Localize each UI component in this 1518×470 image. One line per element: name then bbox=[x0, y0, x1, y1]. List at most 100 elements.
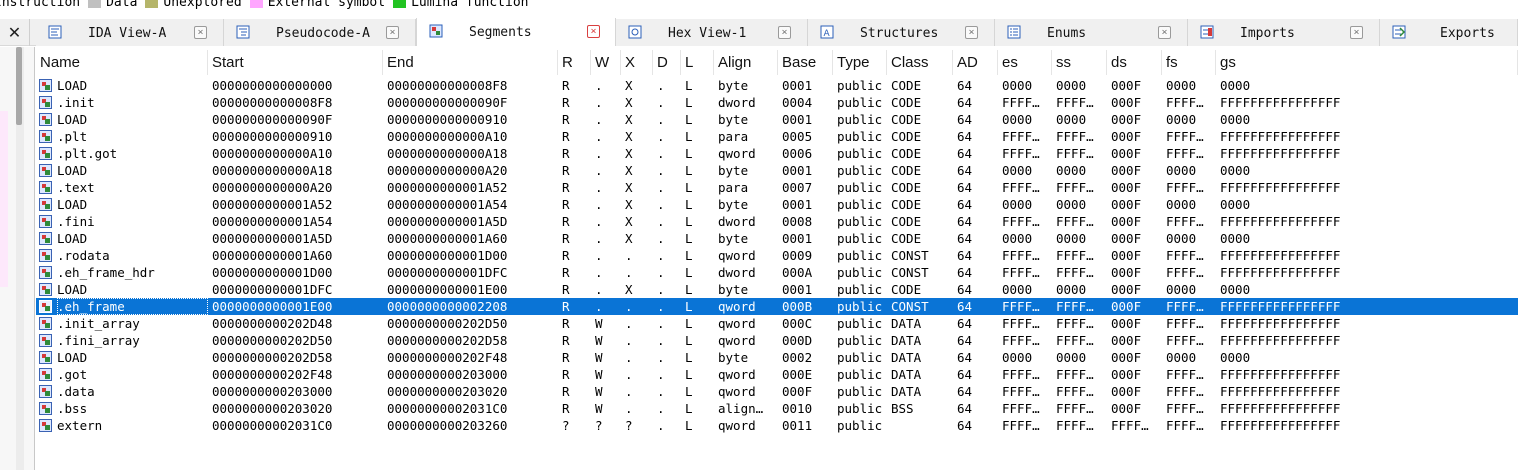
imports-icon bbox=[1200, 25, 1214, 39]
table-row[interactable]: LOAD 0000000000000000 00000000000008F8 R. X.… bbox=[36, 77, 1518, 94]
segment-icon bbox=[39, 181, 52, 194]
tab-hex-view-1[interactable]: Hex View-1 × bbox=[616, 19, 808, 46]
table-row[interactable]: .bss 0000000000203020 00000000002031C0 R W..… bbox=[36, 400, 1518, 417]
tab-pseudocode-a[interactable]: Pseudocode-A × bbox=[224, 19, 416, 46]
close-tab-icon[interactable]: × bbox=[386, 26, 399, 39]
vertical-scrollbar[interactable] bbox=[16, 47, 24, 470]
column-header-align[interactable]: Align bbox=[714, 50, 778, 75]
cell-align: byte bbox=[718, 78, 749, 93]
cell-name: .rodata bbox=[57, 248, 110, 263]
cell-l: L bbox=[685, 333, 693, 348]
cell-gs: 0000 bbox=[1220, 163, 1251, 178]
cell-name: extern bbox=[57, 418, 103, 433]
left-gutter bbox=[0, 47, 35, 470]
table-row[interactable]: .plt.got 0000000000000A10 0000000000000A18… bbox=[36, 145, 1518, 162]
table-row[interactable]: LOAD 0000000000202D58 0000000000202F48 R W..… bbox=[36, 349, 1518, 366]
column-header-w[interactable]: W bbox=[591, 50, 621, 75]
scrollbar-thumb[interactable] bbox=[16, 47, 22, 125]
table-row[interactable]: LOAD 000000000000090F 0000000000000910 R. X.… bbox=[36, 111, 1518, 128]
cell-type: public bbox=[837, 316, 883, 331]
column-header-ds[interactable]: ds bbox=[1107, 50, 1162, 75]
table-row[interactable]: extern 00000000002031C0 0000000000203260??… bbox=[36, 417, 1518, 434]
cell-ds: 000F bbox=[1111, 95, 1142, 110]
column-header-class[interactable]: Class bbox=[887, 50, 953, 75]
column-header-gs[interactable]: gs bbox=[1216, 50, 1518, 75]
tab-segments[interactable]: Segments × bbox=[416, 18, 616, 46]
cell-ss: 0000 bbox=[1056, 282, 1087, 297]
table-row[interactable]: .text 0000000000000A20 0000000000001A52 R. X… bbox=[36, 179, 1518, 196]
table-row[interactable]: .eh_frame_hdr 0000000000001D00 00000000000… bbox=[36, 264, 1518, 281]
tab-enums[interactable]: Enums × bbox=[995, 19, 1188, 46]
column-header-type[interactable]: Type bbox=[833, 50, 887, 75]
column-header-start[interactable]: Start bbox=[208, 50, 383, 75]
segment-icon bbox=[39, 130, 52, 143]
column-header-d[interactable]: D bbox=[653, 50, 681, 75]
table-row[interactable]: .got 0000000000202F48 0000000000203000 R W..… bbox=[36, 366, 1518, 383]
column-header-ss[interactable]: ss bbox=[1052, 50, 1107, 75]
cell-base: 0007 bbox=[782, 180, 813, 195]
tab-exports[interactable]: Exports bbox=[1380, 19, 1518, 46]
segments-table: Name Start End R W X D L Align Base Type Class AD es s… bbox=[36, 50, 1518, 470]
table-row[interactable]: LOAD 0000000000001A5D 0000000000001A60 R. X.… bbox=[36, 230, 1518, 247]
close-panel-button[interactable]: ✕ bbox=[0, 19, 30, 46]
cell-ad: 64 bbox=[957, 95, 973, 110]
close-tab-icon[interactable]: × bbox=[1350, 26, 1363, 39]
cell-ss: 0000 bbox=[1056, 112, 1087, 127]
table-row[interactable]: .init_array 0000000000202D48 0000000000202… bbox=[36, 315, 1518, 332]
cell-ad: 64 bbox=[957, 78, 973, 93]
cell-name: .plt bbox=[57, 129, 88, 144]
column-header-r[interactable]: R bbox=[558, 50, 591, 75]
table-row[interactable]: .plt 0000000000000910 0000000000000A10 R. X.… bbox=[36, 128, 1518, 145]
column-header-es[interactable]: es bbox=[998, 50, 1052, 75]
column-header-base[interactable]: Base bbox=[778, 50, 833, 75]
cell-align: qword bbox=[718, 248, 756, 263]
close-tab-icon[interactable]: × bbox=[1158, 26, 1171, 39]
column-header-x[interactable]: X bbox=[621, 50, 653, 75]
cell-ds: 000F bbox=[1111, 384, 1142, 399]
tab-imports[interactable]: Imports × bbox=[1188, 19, 1380, 46]
cell-x: X bbox=[625, 146, 633, 161]
table-row[interactable]: .fini 0000000000001A54 0000000000001A5D R. X… bbox=[36, 213, 1518, 230]
cell-ds: 000F bbox=[1111, 316, 1142, 331]
cell-fs: FFFF… bbox=[1166, 129, 1204, 144]
cell-align: qword bbox=[718, 146, 756, 161]
cell-align: byte bbox=[718, 350, 749, 365]
cell-ss: 0000 bbox=[1056, 231, 1087, 246]
tab-structures[interactable]: A Structures × bbox=[808, 19, 995, 46]
column-header-l[interactable]: L bbox=[681, 50, 714, 75]
cell-start: 0000000000202F48 bbox=[212, 367, 333, 382]
tab-ida-view-a[interactable]: IDA View-A × bbox=[36, 19, 224, 46]
column-header-fs[interactable]: fs bbox=[1162, 50, 1216, 75]
column-header-name[interactable]: Name bbox=[36, 50, 208, 75]
close-tab-icon[interactable]: × bbox=[194, 26, 207, 39]
column-header-end[interactable]: End bbox=[383, 50, 558, 75]
table-row[interactable]: LOAD 0000000000000A18 0000000000000A20 R. X.… bbox=[36, 162, 1518, 179]
table-row[interactable]: .fini_array 0000000000202D50 0000000000202… bbox=[36, 332, 1518, 349]
cell-l: L bbox=[685, 418, 693, 433]
cell-end: 000000000000090F bbox=[387, 95, 508, 110]
table-row[interactable]: .data 0000000000203000 0000000000203020 R W.… bbox=[36, 383, 1518, 400]
table-row[interactable]: LOAD 0000000000001A52 0000000000001A54 R. X.… bbox=[36, 196, 1518, 213]
table-row[interactable]: .init 00000000000008F8 000000000000090F R. X… bbox=[36, 94, 1518, 111]
column-header-ad[interactable]: AD bbox=[953, 50, 998, 75]
cell-align: dword bbox=[718, 95, 756, 110]
cell-w: . bbox=[595, 299, 603, 314]
table-row[interactable]: LOAD 0000000000001DFC 0000000000001E00 R. X.… bbox=[36, 281, 1518, 298]
cell-ss: FFFF… bbox=[1056, 384, 1094, 399]
table-row[interactable]: .eh_frame 0000000000001E00 000000000000220… bbox=[36, 298, 1518, 315]
close-tab-icon[interactable]: × bbox=[587, 25, 600, 38]
cell-end: 0000000000001DFC bbox=[387, 265, 508, 280]
cell-end: 0000000000001E00 bbox=[387, 282, 508, 297]
cell-ad: 64 bbox=[957, 129, 973, 144]
cell-start: 0000000000001A52 bbox=[212, 197, 333, 212]
cell-align: qword bbox=[718, 367, 756, 382]
close-tab-icon[interactable]: × bbox=[778, 26, 791, 39]
close-tab-icon[interactable]: × bbox=[965, 26, 978, 39]
cell-name: LOAD bbox=[57, 163, 88, 178]
table-row[interactable]: .rodata 0000000000001A60 0000000000001D00 R… bbox=[36, 247, 1518, 264]
cell-d: . bbox=[657, 197, 665, 212]
cell-fs: FFFF… bbox=[1166, 248, 1204, 263]
cell-end: 0000000000002208 bbox=[387, 299, 508, 314]
cell-ad: 64 bbox=[957, 146, 973, 161]
cell-d: . bbox=[657, 350, 665, 365]
